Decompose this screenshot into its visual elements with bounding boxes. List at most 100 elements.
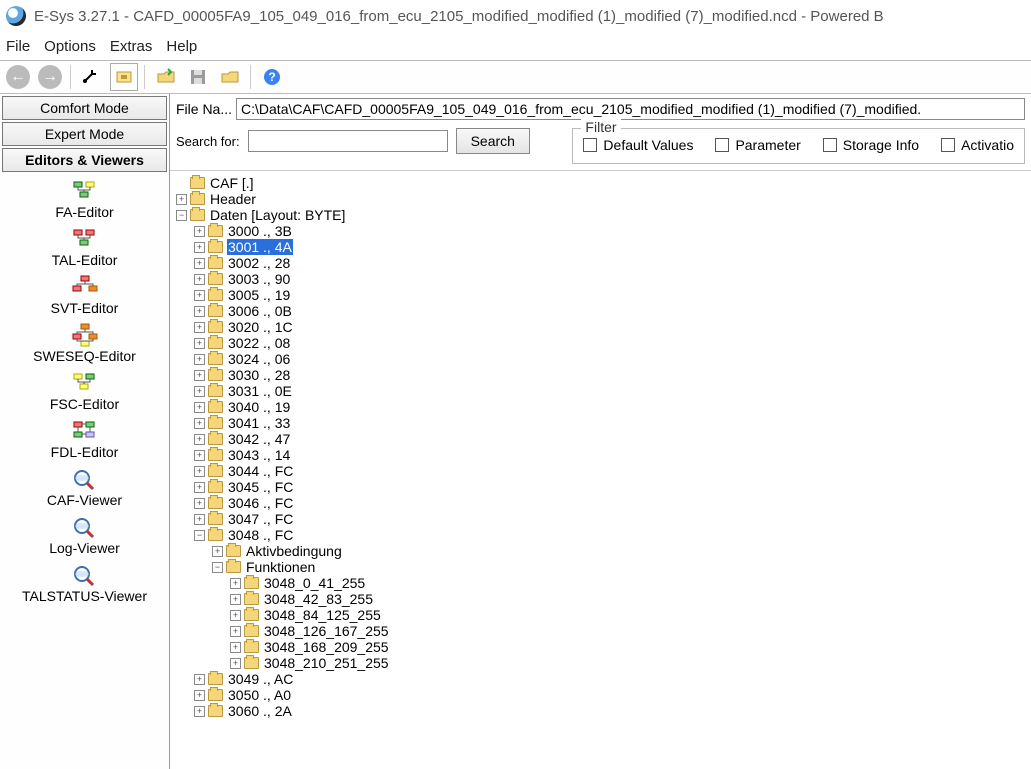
tree-node[interactable]: +3006 ., 0B: [172, 303, 1029, 319]
editor-item-fdl-editor[interactable]: FDL-Editor: [2, 416, 167, 462]
tree-node-aktivbedingung[interactable]: + Aktivbedingung: [172, 543, 1029, 559]
tree-label[interactable]: 3048_168_209_255: [263, 639, 390, 656]
expand-icon[interactable]: +: [194, 514, 205, 525]
tree-label[interactable]: 3024 ., 06: [227, 351, 291, 368]
tree-node[interactable]: +3040 ., 19: [172, 399, 1029, 415]
mode-expert-button[interactable]: Expert Mode: [2, 122, 167, 146]
nav-forward-button[interactable]: →: [36, 63, 64, 91]
expand-icon[interactable]: −: [176, 210, 187, 221]
expand-icon[interactable]: +: [194, 290, 205, 301]
expand-icon[interactable]: +: [194, 258, 205, 269]
expand-icon[interactable]: +: [230, 578, 241, 589]
tree-node[interactable]: +3022 ., 08: [172, 335, 1029, 351]
expand-icon[interactable]: +: [230, 626, 241, 637]
expand-icon[interactable]: +: [194, 418, 205, 429]
tree-label[interactable]: 3045 ., FC: [227, 479, 294, 496]
tree-label[interactable]: Header: [209, 191, 257, 208]
expand-icon[interactable]: +: [194, 274, 205, 285]
tree-label[interactable]: 3048_0_41_255: [263, 575, 366, 592]
tree-node[interactable]: +3043 ., 14: [172, 447, 1029, 463]
tree-view[interactable]: CAF [.]+Header−Daten [Layout: BYTE]+3000…: [170, 170, 1031, 769]
tree-node[interactable]: +3041 ., 33: [172, 415, 1029, 431]
tree-label[interactable]: 3050 ., A0: [227, 687, 292, 704]
editor-item-talstatus-viewer[interactable]: TALSTATUS-Viewer: [2, 560, 167, 606]
tree-label[interactable]: 3048_42_83_255: [263, 591, 374, 608]
editor-item-caf-viewer[interactable]: CAF-Viewer: [2, 464, 167, 510]
expand-icon[interactable]: +: [194, 338, 205, 349]
tree-label[interactable]: 3003 ., 90: [227, 271, 291, 288]
menu-options[interactable]: Options: [44, 38, 96, 55]
tree-label[interactable]: 3044 ., FC: [227, 463, 294, 480]
tree-node[interactable]: +3042 ., 47: [172, 431, 1029, 447]
expand-icon[interactable]: +: [194, 242, 205, 253]
expand-icon[interactable]: +: [194, 450, 205, 461]
filter-parameter[interactable]: Parameter: [715, 137, 800, 153]
expand-icon[interactable]: +: [194, 498, 205, 509]
tree-node-funktionen[interactable]: − Funktionen: [172, 559, 1029, 575]
editor-item-fsc-editor[interactable]: FSC-Editor: [2, 368, 167, 414]
expand-icon[interactable]: +: [194, 690, 205, 701]
expand-icon[interactable]: +: [194, 466, 205, 477]
expand-icon[interactable]: +: [194, 434, 205, 445]
expand-icon[interactable]: +: [194, 402, 205, 413]
mode-editors-viewers-button[interactable]: Editors & Viewers: [2, 148, 167, 172]
tree-label[interactable]: 3042 ., 47: [227, 431, 291, 448]
tree-node[interactable]: +3047 ., FC: [172, 511, 1029, 527]
tree-label[interactable]: 3041 ., 33: [227, 415, 291, 432]
tree-node[interactable]: +3048_210_251_255: [172, 655, 1029, 671]
tree-node[interactable]: +3024 ., 06: [172, 351, 1029, 367]
expand-icon[interactable]: −: [194, 530, 205, 541]
menu-file[interactable]: File: [6, 38, 30, 55]
read-button[interactable]: [110, 63, 138, 91]
tree-label[interactable]: 3049 ., AC: [227, 671, 294, 688]
tree-label[interactable]: 3002 ., 28: [227, 255, 291, 272]
tree-node[interactable]: +3045 ., FC: [172, 479, 1029, 495]
tree-label[interactable]: Aktivbedingung: [245, 543, 343, 560]
tree-label[interactable]: 3048_126_167_255: [263, 623, 390, 640]
expand-icon[interactable]: +: [230, 642, 241, 653]
expand-icon[interactable]: +: [194, 674, 205, 685]
tree-node[interactable]: +3020 ., 1C: [172, 319, 1029, 335]
tree-label[interactable]: Funktionen: [245, 559, 316, 576]
filter-activation[interactable]: Activatio: [941, 137, 1014, 153]
tree-label[interactable]: 3047 ., FC: [227, 511, 294, 528]
filename-input[interactable]: [236, 98, 1025, 120]
expand-icon[interactable]: +: [212, 546, 223, 557]
tree-node[interactable]: +3048_42_83_255: [172, 591, 1029, 607]
menu-extras[interactable]: Extras: [110, 38, 153, 55]
tree-node[interactable]: +3002 ., 28: [172, 255, 1029, 271]
menu-help[interactable]: Help: [166, 38, 197, 55]
expand-icon[interactable]: +: [230, 594, 241, 605]
expand-icon[interactable]: +: [194, 706, 205, 717]
tree-node[interactable]: +3046 ., FC: [172, 495, 1029, 511]
tree-label[interactable]: Daten [Layout: BYTE]: [209, 207, 346, 224]
tree-node[interactable]: +3005 ., 19: [172, 287, 1029, 303]
tree-node[interactable]: +3031 ., 0E: [172, 383, 1029, 399]
tree-label[interactable]: 3048_210_251_255: [263, 655, 390, 672]
tree-root[interactable]: CAF [.]: [172, 175, 1029, 191]
editor-item-fa-editor[interactable]: FA-Editor: [2, 176, 167, 222]
tree-label[interactable]: 3031 ., 0E: [227, 383, 293, 400]
tree-node[interactable]: +3048_168_209_255: [172, 639, 1029, 655]
expand-icon[interactable]: +: [194, 370, 205, 381]
expand-icon[interactable]: +: [230, 658, 241, 669]
mode-comfort-button[interactable]: Comfort Mode: [2, 96, 167, 120]
tree-node[interactable]: +3048_126_167_255: [172, 623, 1029, 639]
open-button[interactable]: [152, 63, 180, 91]
tree-node[interactable]: +3050 ., A0: [172, 687, 1029, 703]
tree-label[interactable]: 3048_84_125_255: [263, 607, 382, 624]
tree-node[interactable]: +3048_84_125_255: [172, 607, 1029, 623]
expand-icon[interactable]: +: [194, 482, 205, 493]
tree-header[interactable]: +Header: [172, 191, 1029, 207]
tree-label[interactable]: 3048 ., FC: [227, 527, 294, 544]
expand-icon[interactable]: −: [212, 562, 223, 573]
tree-node[interactable]: +3030 ., 28: [172, 367, 1029, 383]
tree-node[interactable]: +3060 ., 2A: [172, 703, 1029, 719]
expand-icon[interactable]: +: [194, 354, 205, 365]
editor-item-log-viewer[interactable]: Log-Viewer: [2, 512, 167, 558]
tree-daten[interactable]: − Daten [Layout: BYTE]: [172, 207, 1029, 223]
tree-label[interactable]: 3006 ., 0B: [227, 303, 293, 320]
expand-icon[interactable]: +: [230, 610, 241, 621]
expand-icon[interactable]: +: [194, 226, 205, 237]
tree-label[interactable]: 3022 ., 08: [227, 335, 291, 352]
